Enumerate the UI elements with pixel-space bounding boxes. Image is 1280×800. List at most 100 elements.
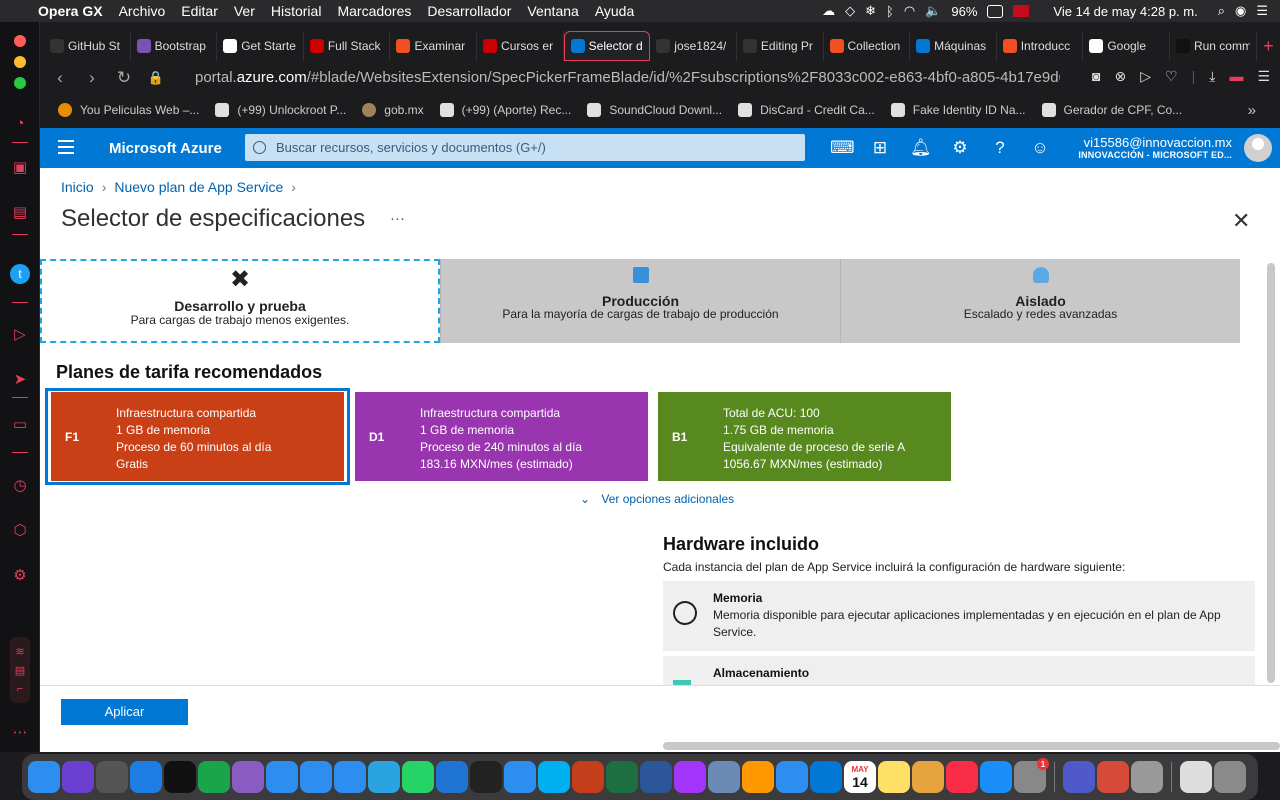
vertical-scrollbar[interactable] [1267,263,1275,683]
menu-icon[interactable]: ☰ [1257,68,1270,85]
tab-3[interactable]: Full Stack [304,31,391,61]
azure-brand[interactable]: Microsoft Azure [109,140,222,157]
opera-gx-icon[interactable] [164,761,196,793]
tab-5[interactable]: Cursos er [477,31,564,61]
history-icon[interactable]: ◷ [10,475,30,495]
back-icon[interactable]: ‹ [44,68,76,88]
bluetooth-icon[interactable]: ᛒ [886,4,894,19]
player-icon[interactable]: ▷ [10,324,30,344]
wifi-icon[interactable]: ◠ [904,3,915,19]
more-options-link[interactable]: ⌄ Ver opciones adicionales [580,492,734,506]
battery-icon[interactable] [987,4,1004,18]
sublime-icon[interactable] [742,761,774,793]
shield-icon[interactable]: ⊗ [1115,68,1127,85]
siri-icon[interactable] [62,761,94,793]
twitch-icon[interactable]: ▤ [10,202,30,222]
skype-icon[interactable] [538,761,570,793]
teams-icon[interactable] [1063,761,1095,793]
printer-icon[interactable] [1180,761,1212,793]
onedrive-icon[interactable] [504,761,536,793]
bookmark-item[interactable]: gob.mx [354,103,431,117]
volume-icon[interactable]: 🔈 [925,3,941,19]
menu-ayuda[interactable]: Ayuda [587,3,642,19]
cloud-icon[interactable]: ☁ [822,3,835,19]
send-icon[interactable]: ➤ [10,369,30,389]
more-options-icon[interactable]: ··· [390,210,405,227]
tab-2[interactable]: Get Starte [217,31,304,61]
cloud-app-3-icon[interactable] [334,761,366,793]
lock-icon[interactable]: 🔒 [140,70,172,86]
system-prefs-icon[interactable]: 1 [1014,758,1049,793]
grid-app-icon[interactable] [300,761,332,793]
directory-filter-icon[interactable]: ⊞ [870,138,890,158]
cloud-app-2-icon[interactable] [266,761,298,793]
settings-gear-icon[interactable]: ⚙ [950,138,970,158]
azure-search-input[interactable]: Buscar recursos, servicios y documentos … [245,134,805,161]
bookmark-item[interactable]: Fake Identity ID Na... [883,103,1034,117]
tab-7[interactable]: jose1824/ [650,31,737,61]
reload-icon[interactable]: ↻ [108,68,140,88]
account-info[interactable]: vi15586@innovaccion.mx INNOVACCIÓN - MIC… [1078,135,1232,160]
heart-icon[interactable]: ♡ [1165,68,1178,85]
menu-editar[interactable]: Editar [173,3,226,19]
launchpad-icon[interactable] [96,761,128,793]
plan-card-b1[interactable]: B1 Total de ACU: 100 1.75 GB de memoria Equ… [658,392,951,481]
menu-app-name[interactable]: Opera GX [30,3,111,19]
tab-1[interactable]: Bootstrap [131,31,218,61]
battery-saver-icon[interactable]: ▬ [1229,68,1243,85]
bookmark-item[interactable]: (+99) (Aporte) Rec... [432,103,580,117]
cloud-shell-icon[interactable]: ⌨ [830,138,855,158]
minimize-window-button[interactable] [14,56,26,68]
more-icon[interactable]: ⋯ [10,722,30,742]
bookmark-item[interactable]: (+99) Unlockroot P... [207,103,354,117]
bookmark-item[interactable]: Gerador de CPF, Co... [1034,103,1191,117]
bookmark-item[interactable]: SoundCloud Downl... [579,103,730,117]
menu-historial[interactable]: Historial [263,3,330,19]
xcode-icon[interactable] [436,761,468,793]
snowflake-icon[interactable]: ❄ [865,3,876,19]
messenger-icon[interactable] [674,761,706,793]
cloud-app-icon[interactable] [232,761,264,793]
cube-icon[interactable]: ⬡ [10,520,30,540]
music-icon[interactable] [946,761,978,793]
help-icon[interactable]: ? [990,138,1010,158]
tab-4[interactable]: Examinar [390,31,478,61]
apply-button[interactable]: Aplicar [61,699,188,725]
remote-desktop-icon[interactable] [1097,761,1129,793]
control-center-icon[interactable]: ☰ [1256,3,1268,19]
tab-desarrollo-prueba[interactable]: ✖ Desarrollo y prueba Para cargas de tra… [40,259,440,343]
menu-marcadores[interactable]: Marcadores [329,3,419,19]
tab-produccion[interactable]: Producción Para la mayoría de cargas de … [440,259,840,343]
camera-app-icon[interactable] [470,761,502,793]
diamond-icon[interactable]: ◇ [845,3,855,19]
app-store-icon[interactable] [980,761,1012,793]
plan-card-d1[interactable]: D1 Infraestructura compartida 1 GB de memo… [355,392,648,481]
safari-icon[interactable] [130,761,162,793]
menu-archivo[interactable]: Archivo [111,3,174,19]
preview-icon[interactable] [708,761,740,793]
avatar[interactable] [1244,134,1272,162]
plan-card-f1[interactable]: F1 Infraestructura compartida 1 GB de memo… [51,392,344,481]
tab-10[interactable]: Máquinas [910,31,997,61]
bookmark-item[interactable]: You Peliculas Web –... [50,103,207,117]
menubar-clock[interactable]: Vie 14 de may 4:28 p. m. [1053,4,1197,19]
sync-icon[interactable] [198,761,230,793]
menu-ver[interactable]: Ver [226,3,263,19]
affinity-icon[interactable] [776,761,808,793]
notifications-icon[interactable]: 🔔︎ [910,138,932,158]
tab-8[interactable]: Editing Pr [737,31,824,61]
horizontal-scrollbar[interactable] [663,742,1280,750]
forward-icon[interactable]: › [76,68,108,88]
vscode-icon[interactable] [810,761,842,793]
breadcrumb-nuevo-plan[interactable]: Nuevo plan de App Service [114,179,283,195]
tab-6[interactable]: Selector d [563,31,651,61]
hamburger-menu-icon[interactable] [58,140,74,154]
new-tab-icon[interactable]: + [1257,36,1280,57]
spotlight-icon[interactable]: ⌕ [1218,3,1225,19]
download-icon[interactable]: ⤓ [1209,68,1215,85]
tab-11[interactable]: Introducc [997,31,1084,61]
whatsapp-icon[interactable] [402,761,434,793]
tab-0[interactable]: GitHub St [44,31,131,61]
word-icon[interactable] [640,761,672,793]
gx-control-icon[interactable]: ≋ ▤ ⌐ [10,637,30,703]
